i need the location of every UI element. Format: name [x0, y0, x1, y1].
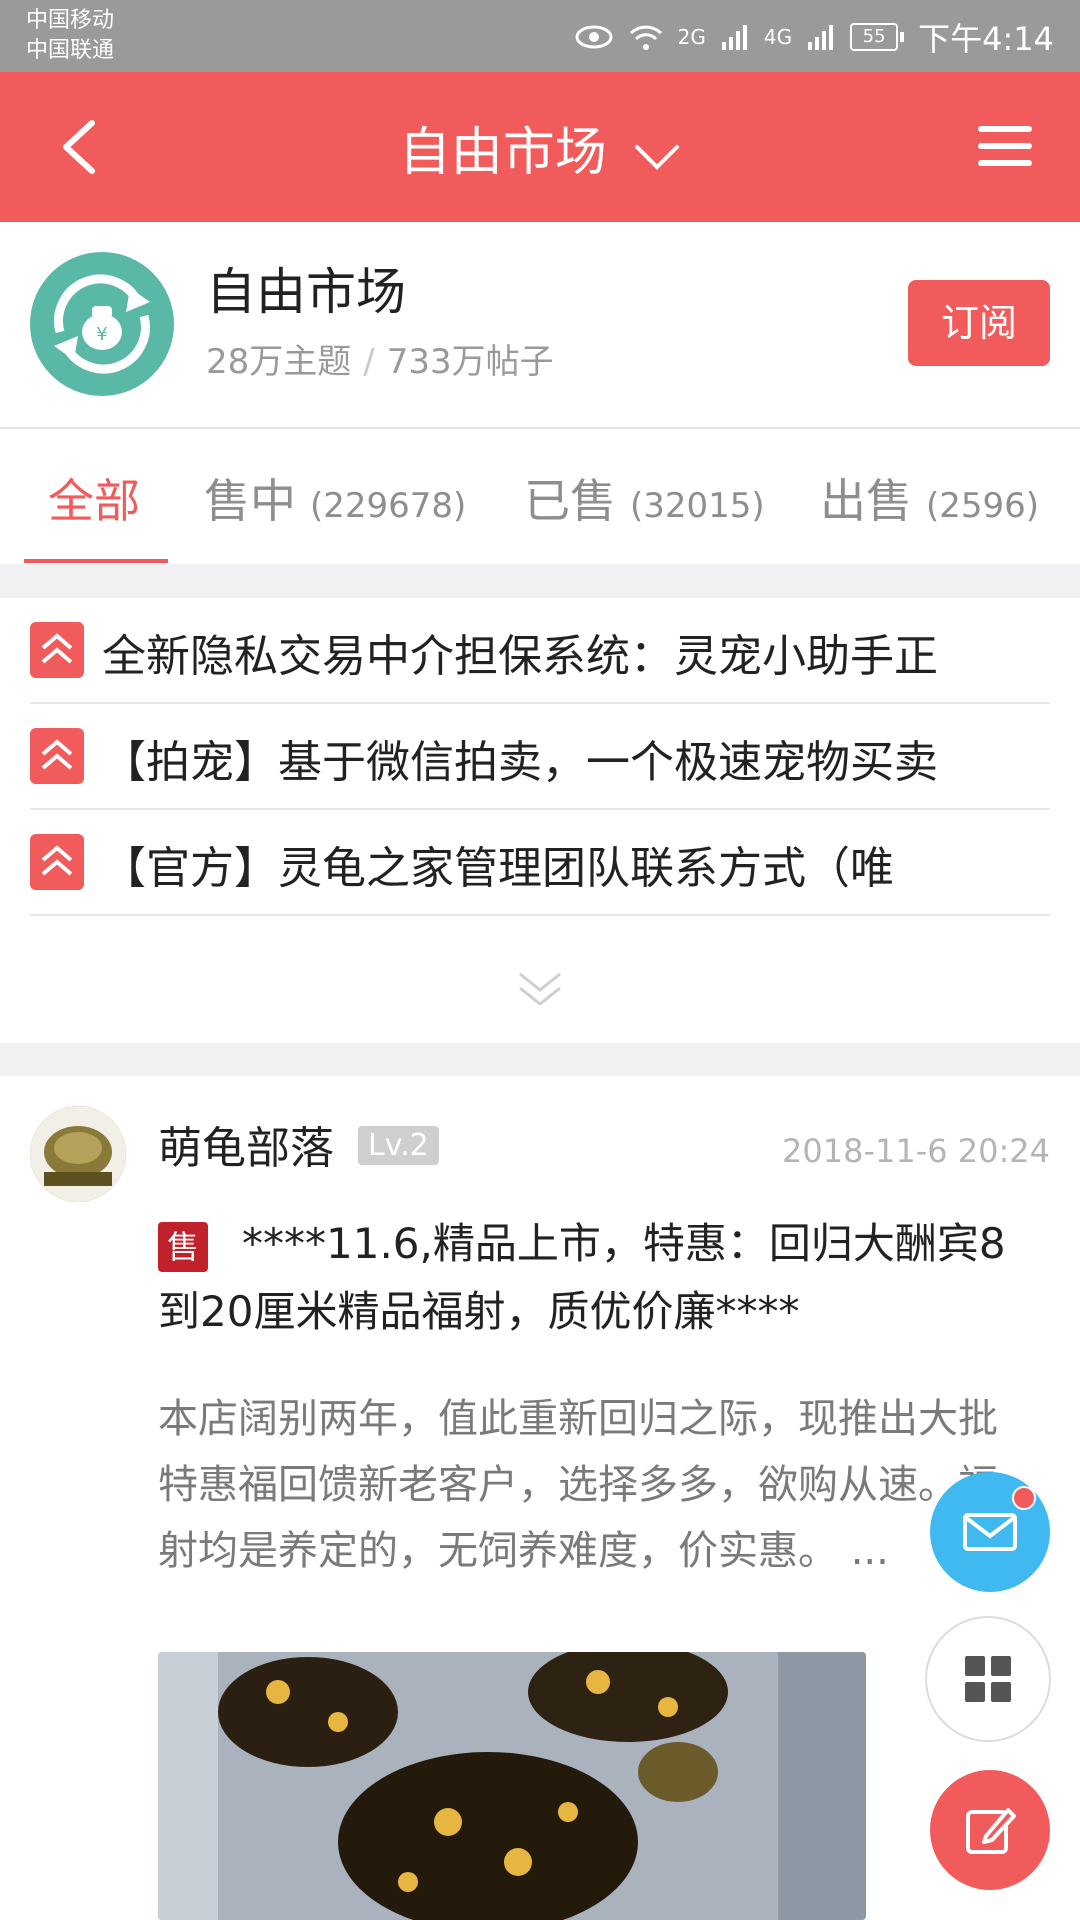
post-card[interactable]: 萌龟部落 Lv.2 2018-11-6 20:24 售 ****11.6,精品上市… — [0, 1076, 1080, 1920]
topic-count: 28万主题 — [206, 342, 352, 382]
pinned-item[interactable]: 【官方】灵龟之家管理团队联系方式（唯 — [30, 810, 1050, 916]
signal-icon — [808, 25, 834, 50]
pin-top-icon — [30, 834, 84, 890]
status-icons: 2G 4G 55 下午4:14 — [574, 14, 1054, 60]
svg-text:¥: ¥ — [96, 324, 107, 345]
forum-header: ¥ 自由市场 28万主题 / 733万帖子 订阅 — [0, 222, 1080, 429]
battery-level: 55 — [850, 23, 899, 51]
message-button[interactable] — [930, 1472, 1050, 1592]
signal-label-2: 4G — [763, 25, 793, 49]
post-time: 2018-11-6 20:24 — [782, 1132, 1050, 1170]
forum-name: 自由市场 — [206, 263, 406, 321]
grid-icon — [965, 1656, 1011, 1702]
pin-top-icon — [30, 728, 84, 784]
pinned-title: 【官方】灵龟之家管理团队联系方式（唯 — [102, 843, 894, 894]
tab-count: (2596) — [926, 486, 1040, 526]
post-title-text: ****11.6,精品上市，特惠：回归大酬宾8到20厘米精品福射，质优价廉***… — [158, 1219, 1006, 1336]
chevron-down-icon — [635, 145, 680, 170]
clock: 下午4:14 — [918, 20, 1054, 58]
forum-stats: 28万主题 / 733万帖子 — [206, 334, 554, 383]
carrier-labels: 中国移动 中国联通 — [26, 6, 114, 66]
filter-tabs: 全部 售中 (229678) 已售 (32015) 出售 (2596) — [0, 429, 1080, 564]
status-bar: 中国移动 中国联通 2G 4G 55 下午4:14 — [0, 0, 1080, 72]
post-image[interactable] — [158, 1652, 866, 1920]
page-title: 自由市场 — [398, 123, 607, 183]
pinned-item[interactable]: 【拍宠】基于微信拍卖，一个极速宠物买卖 — [30, 704, 1050, 810]
post-count: 733万帖子 — [386, 342, 554, 382]
tab-label: 售中 — [204, 474, 296, 528]
tab-count: (229678) — [310, 486, 467, 526]
battery-icon: 55 — [850, 23, 905, 51]
compose-button[interactable] — [930, 1770, 1050, 1890]
signal-label-1: 2G — [677, 25, 706, 49]
tab-sold[interactable]: 已售 (32015) — [524, 465, 765, 531]
title-dropdown[interactable]: 自由市场 — [0, 110, 1080, 185]
subscribe-button[interactable]: 订阅 — [908, 280, 1050, 366]
tab-count: (32015) — [630, 486, 765, 526]
tab-label: 出售 — [820, 474, 912, 528]
tab-selling[interactable]: 售中 (229678) — [204, 465, 466, 531]
pinned-item[interactable]: 全新隐私交易中介担保系统：灵宠小助手正 — [30, 598, 1050, 704]
app-bar: 自由市场 — [0, 72, 1080, 222]
forum-icon: ¥ — [30, 252, 174, 396]
edit-icon — [966, 1808, 1016, 1854]
expand-chevron-icon[interactable] — [514, 968, 566, 1012]
pinned-threads: 全新隐私交易中介担保系统：灵宠小助手正 【拍宠】基于微信拍卖，一个极速宠物买卖 … — [0, 598, 1080, 1043]
pinned-title: 全新隐私交易中介担保系统：灵宠小助手正 — [102, 631, 938, 682]
tab-label: 已售 — [524, 474, 616, 528]
pin-top-icon — [30, 622, 84, 678]
level-badge: Lv.2 — [358, 1126, 439, 1165]
mail-icon — [963, 1513, 1017, 1551]
wifi-icon — [629, 25, 662, 50]
eye-icon — [575, 25, 613, 49]
carrier-2: 中国联通 — [26, 38, 115, 63]
post-title: 售 ****11.6,精品上市，特惠：回归大酬宾8到20厘米精品福射，质优价廉**… — [158, 1210, 1028, 1346]
menu-icon[interactable] — [978, 122, 1032, 170]
carrier-1: 中国移动 — [26, 8, 115, 33]
pinned-title: 【拍宠】基于微信拍卖，一个极速宠物买卖 — [102, 737, 938, 788]
author-name[interactable]: 萌龟部落 — [158, 1112, 334, 1176]
tab-label: 全部 — [48, 474, 140, 528]
tab-all[interactable]: 全部 — [48, 465, 140, 531]
post-excerpt: 本店阔别两年，值此重新回归之际，现推出大批特惠福回馈新老客户，选择多多，欲购从速… — [158, 1396, 998, 1574]
avatar[interactable] — [30, 1106, 126, 1202]
apps-button[interactable] — [925, 1616, 1051, 1742]
notification-dot — [1012, 1486, 1036, 1510]
sell-badge: 售 — [158, 1221, 208, 1272]
active-tab-indicator — [24, 559, 168, 563]
tab-for-sale[interactable]: 出售 (2596) — [820, 465, 1039, 531]
signal-icon — [721, 25, 747, 50]
stats-separator: / — [363, 342, 375, 382]
